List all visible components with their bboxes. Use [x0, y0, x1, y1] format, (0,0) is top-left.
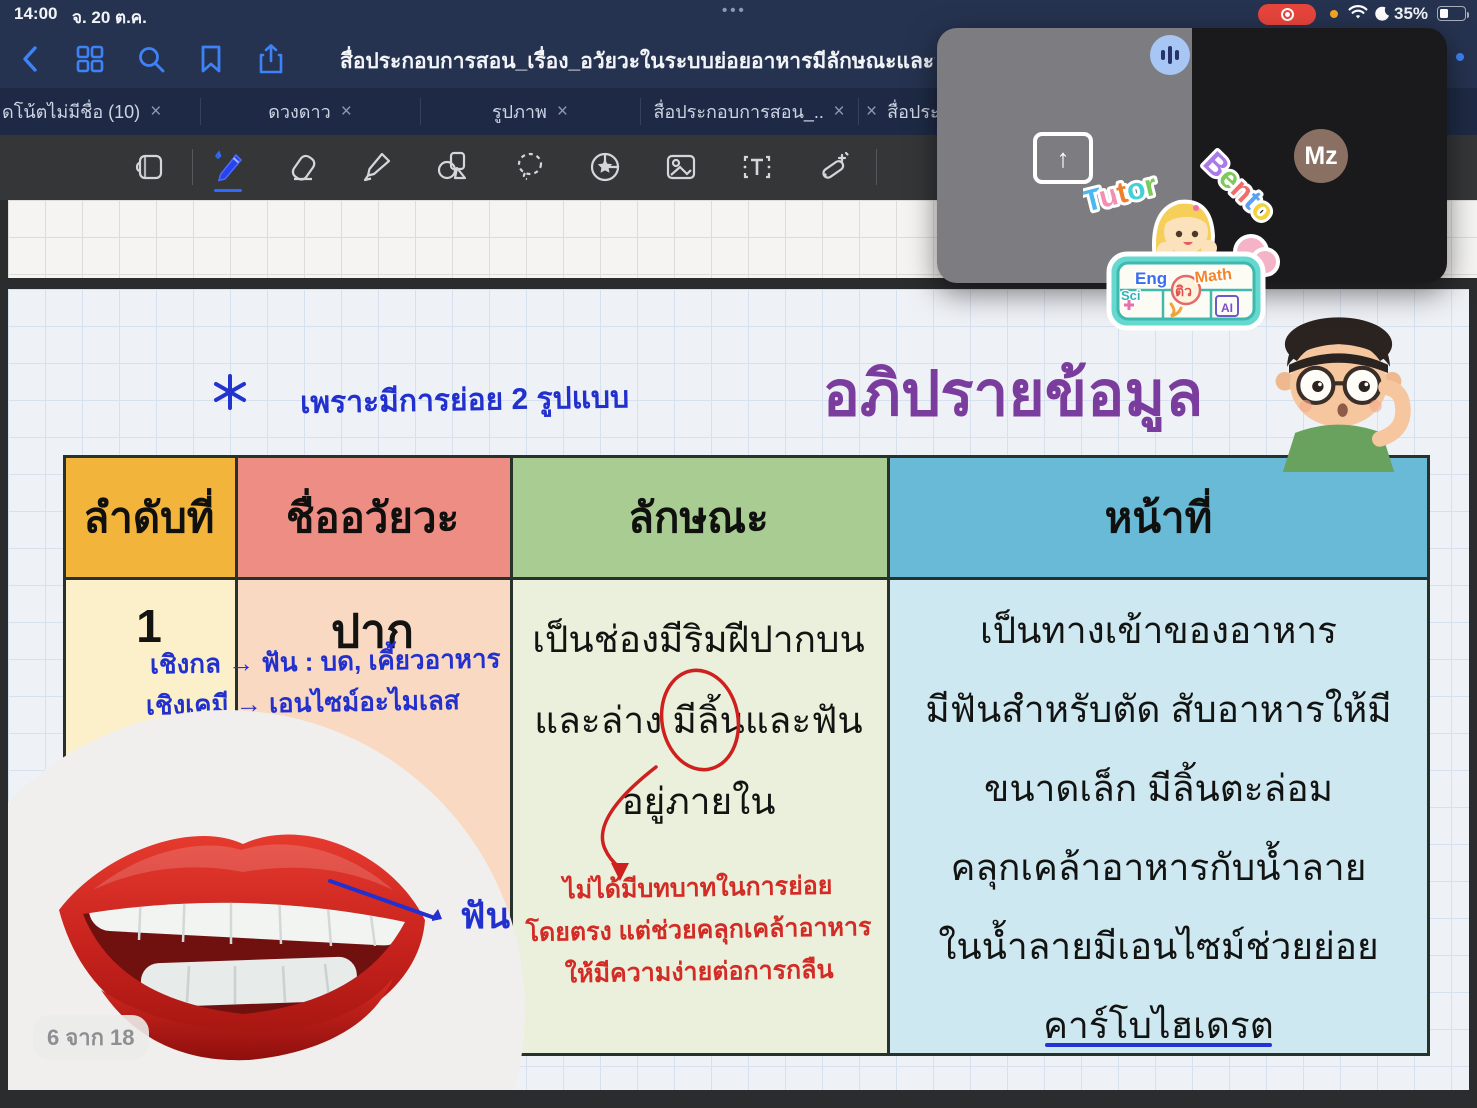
tab-stars[interactable]: ดวงดาว ×	[200, 88, 420, 135]
do-not-disturb-moon-icon	[1374, 6, 1390, 22]
header-label-order: ลำดับที่	[63, 455, 235, 580]
back-button[interactable]	[12, 41, 48, 77]
function-line: คาร์โบไฮเดรต	[890, 986, 1427, 1065]
eraser-tool[interactable]	[287, 149, 323, 185]
row-function: เป็นทางเข้าของอาหาร มีฟันสำหรับตัด สับอา…	[890, 591, 1427, 1065]
tab-label: สื่อประกอบการสอน_...	[653, 97, 823, 126]
close-icon[interactable]: ×	[833, 101, 844, 123]
screen-recording-indicator[interactable]	[1258, 4, 1316, 25]
close-icon[interactable]: ×	[341, 101, 352, 123]
red-note-line: ไม่ได้มีบทบาทในการย่อย	[512, 864, 884, 912]
shapes-tool[interactable]	[435, 149, 471, 185]
notebook-page: เพราะมีการย่อย 2 รูปแบบ อภิปรายข้อมูล	[8, 289, 1469, 1090]
thumbnails-grid-button[interactable]	[72, 41, 108, 77]
header-label-function: หน้าที่	[887, 455, 1430, 580]
close-icon[interactable]: ×	[866, 101, 877, 123]
characteristics-red-note: ไม่ได้มีบทบาทในการย่อย โดยตรง แต่ช่วยคลุ…	[512, 864, 885, 996]
clock: 14:00	[14, 4, 57, 24]
page-indicator: 6 จาก 18	[33, 1015, 149, 1060]
text-tool[interactable]	[739, 149, 775, 185]
tab-untitled-notebook[interactable]: ุดโน้ตไม่มีชื่อ (10) ×	[0, 88, 200, 135]
pen-selected-indicator	[214, 189, 242, 192]
function-line: มีฟันสำหรับตัด สับอาหารให้มี	[890, 670, 1427, 749]
battery-icon	[1437, 6, 1466, 21]
tab-pictures[interactable]: รูปภาพ ×	[420, 88, 640, 135]
lasso-tool[interactable]	[512, 149, 548, 185]
tutor-bento-sticker: Tutor Bento Eng	[1083, 140, 1298, 340]
organ-note-mechanical: เชิงกล → ฟัน : บด, เคี้ยวอาหาร	[150, 638, 551, 686]
document-title: สื่อประกอบการสอน_เรื่อง_อวัยวะในระบบย่อย…	[340, 45, 935, 78]
status-date: จ. 20 ต.ค.	[72, 4, 147, 31]
share-button[interactable]	[253, 41, 289, 77]
tab-teaching-media-1[interactable]: สื่อประกอบการสอน_... ×	[640, 88, 858, 135]
red-note-line: โดยตรง แต่ช่วยคลุกเคล้าอาหาร	[513, 906, 885, 954]
highlighter-tool[interactable]	[359, 149, 395, 185]
function-line: ในน้ำลายมีเอนไซม์ช่วยย่อย	[890, 907, 1427, 986]
characteristics-line: อยู่ภายใน	[513, 761, 884, 842]
characteristics-line: เป็นช่องมีริมฝีปากบน	[513, 599, 884, 680]
handwritten-annotation: เพราะมีการย่อย 2 รูปแบบ	[300, 374, 630, 427]
svg-text:ติว: ติว	[1175, 283, 1192, 299]
svg-text:Eng: Eng	[1135, 269, 1167, 288]
function-line: ขนาดเล็ก มีลิ้นตะล่อม	[890, 749, 1427, 828]
function-line: เป็นทางเข้าของอาหาร	[890, 591, 1427, 670]
characteristics-line: และล่าง มีลิ้นและฟัน	[513, 680, 884, 761]
image-tool[interactable]	[663, 149, 699, 185]
microphone-in-use-dot	[1330, 10, 1338, 18]
participant-avatar[interactable]: Mz	[1294, 129, 1348, 183]
multitask-dots-icon[interactable]: •••	[722, 2, 747, 19]
pen-tool-selected[interactable]	[210, 149, 246, 185]
battery-percent: 35%	[1394, 4, 1428, 24]
svg-text:AI: AI	[1221, 301, 1233, 315]
close-icon[interactable]: ×	[150, 101, 161, 123]
header-label-characteristics: ลักษณะ	[510, 455, 887, 580]
bookmark-button[interactable]	[193, 41, 229, 77]
row-characteristics: เป็นช่องมีริมฝีปากบน และล่าง มีลิ้นและฟั…	[513, 599, 884, 842]
function-line: คลุกเคล้าอาหารกับน้ำลาย	[890, 828, 1427, 907]
wand-tool[interactable]	[814, 149, 850, 185]
tab-label: ดวงดาว	[268, 97, 331, 126]
status-bar: 14:00 จ. 20 ต.ค. ••• 35%	[0, 0, 1477, 28]
notification-dot	[1456, 53, 1464, 61]
audio-route-button[interactable]	[1150, 35, 1190, 75]
red-note-line: ให้มีความง่ายต่อการกลืน	[513, 948, 885, 996]
tooth-ink-label: ฟัน	[460, 887, 510, 944]
wifi-icon	[1348, 5, 1368, 21]
tab-label: ุดโน้ตไม่มีชื่อ (10)	[2, 97, 140, 126]
search-button[interactable]	[133, 41, 169, 77]
svg-text:Tutor: Tutor	[1083, 169, 1160, 219]
tab-label: รูปภาพ	[492, 97, 547, 126]
record-icon	[1281, 8, 1294, 21]
sticker-tool[interactable]	[587, 149, 623, 185]
page-title: อภิปรายข้อมูล	[778, 345, 1248, 443]
close-icon[interactable]: ×	[557, 101, 568, 123]
ipad-screen: เพราะมีการย่อย 2 รูปแบบ อภิปรายข้อมูล	[0, 0, 1477, 1108]
svg-text:Sci: Sci	[1121, 288, 1141, 303]
header-label-organ: ชื่ออวัยวะ	[235, 455, 510, 580]
page-panel-tool[interactable]	[132, 149, 168, 185]
